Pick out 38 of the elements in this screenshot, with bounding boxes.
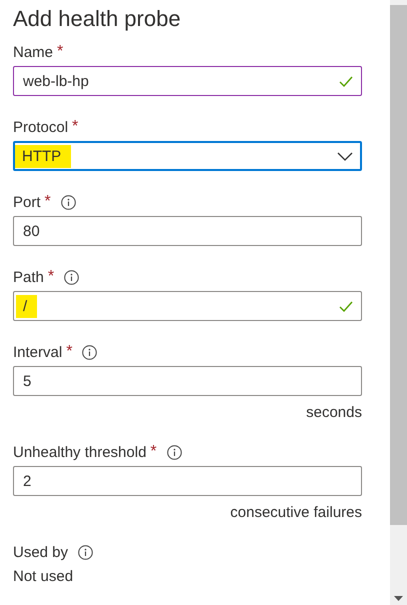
- text-field[interactable]: 5: [13, 366, 362, 396]
- required-mark: *: [44, 193, 51, 211]
- text-field[interactable]: web-lb-hp: [13, 66, 362, 96]
- field-value: 2: [23, 472, 32, 490]
- required-mark: *: [72, 118, 78, 136]
- field-label: Path: [13, 268, 44, 286]
- info-icon[interactable]: [64, 270, 80, 284]
- field-value: 80: [23, 222, 41, 240]
- checkmark-icon: [339, 76, 353, 86]
- field-value: /: [16, 294, 38, 318]
- unit-label: seconds: [305, 404, 362, 421]
- checkmark-icon: [339, 300, 353, 312]
- field-label: Used by: [13, 544, 68, 560]
- chevron-down-icon: [337, 152, 353, 160]
- required-mark: *: [57, 43, 64, 61]
- required-mark: *: [48, 268, 54, 286]
- protocol-dropdown[interactable]: HTTP: [13, 141, 362, 171]
- field-label: Unhealthy threshold: [13, 444, 146, 460]
- info-icon[interactable]: [166, 444, 182, 460]
- field-label: Name: [13, 44, 54, 60]
- field-label: Port: [13, 194, 41, 210]
- info-icon[interactable]: [82, 344, 98, 360]
- text-field[interactable]: 80: [13, 216, 362, 246]
- field-value: 5: [23, 372, 32, 390]
- unit-label: consecutive failures: [229, 504, 362, 521]
- used-by-value: Not used: [13, 568, 74, 585]
- field-value: HTTP: [15, 144, 72, 168]
- field-label: Interval: [13, 344, 62, 360]
- field-label: Protocol: [13, 118, 68, 136]
- scroll-down-icon[interactable]: [394, 596, 403, 601]
- required-mark: *: [150, 443, 157, 461]
- text-field[interactable]: /: [13, 291, 362, 321]
- required-mark: *: [66, 343, 72, 361]
- field-value: web-lb-hp: [23, 72, 90, 90]
- text-field[interactable]: 2: [13, 466, 362, 496]
- info-icon[interactable]: [60, 194, 76, 210]
- panel-title: Add health probe: [13, 6, 182, 32]
- info-icon[interactable]: [78, 544, 94, 560]
